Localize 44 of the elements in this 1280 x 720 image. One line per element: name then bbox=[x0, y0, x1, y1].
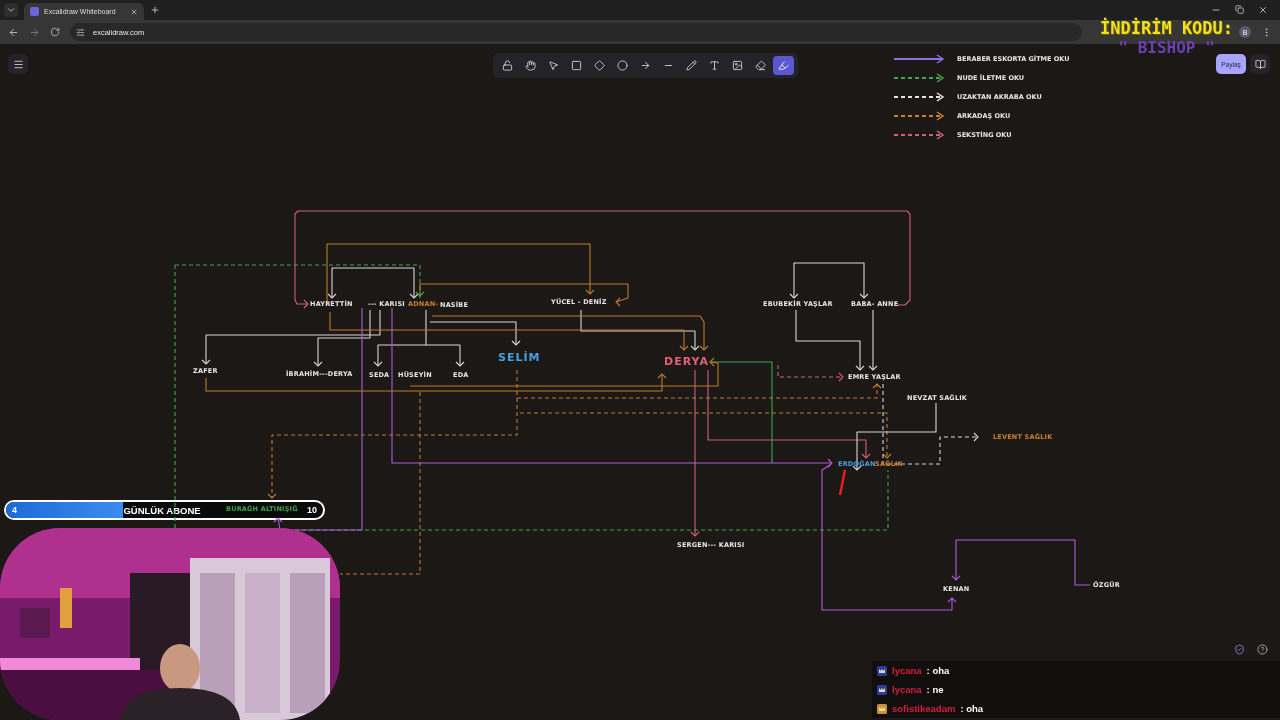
close-icon[interactable] bbox=[130, 7, 138, 16]
pointer-icon bbox=[548, 60, 559, 71]
back-icon[interactable] bbox=[8, 26, 19, 38]
chat-username: lycana bbox=[892, 665, 922, 676]
square-icon bbox=[571, 60, 582, 71]
promo-title: İNDİRİM KODU: bbox=[1100, 18, 1234, 38]
new-tab-icon[interactable] bbox=[150, 5, 160, 15]
restore-icon[interactable] bbox=[1235, 5, 1244, 14]
hand-icon bbox=[525, 60, 536, 71]
chat-text: : oha bbox=[960, 703, 984, 714]
tab-list-button[interactable] bbox=[4, 3, 18, 17]
reload-icon[interactable] bbox=[50, 27, 60, 37]
excalidraw-favicon-icon bbox=[30, 7, 39, 16]
eraser-icon bbox=[755, 60, 766, 71]
pen-stroke bbox=[838, 469, 847, 496]
image-icon bbox=[732, 60, 743, 71]
menu-icon bbox=[12, 58, 24, 70]
library-button[interactable] bbox=[1250, 54, 1270, 74]
chevron-down-icon bbox=[6, 5, 16, 15]
close-icon[interactable] bbox=[1258, 5, 1268, 15]
chat-text: : oha bbox=[926, 665, 950, 676]
chat-text: : ne bbox=[926, 684, 944, 695]
diamond-icon bbox=[594, 60, 605, 71]
help-icon[interactable] bbox=[1257, 644, 1268, 655]
node-label: SELİM bbox=[498, 352, 541, 363]
forward-icon[interactable] bbox=[29, 26, 40, 38]
menu-button[interactable] bbox=[8, 54, 28, 74]
chat-username: sofistikeadam bbox=[892, 703, 956, 714]
site-settings-icon[interactable] bbox=[76, 27, 85, 37]
pencil-icon bbox=[686, 60, 697, 71]
goal-label: GÜNLÜK ABONE bbox=[123, 504, 201, 516]
goal-target: 10 bbox=[306, 505, 317, 515]
promo-code: " BISHOP " bbox=[1118, 38, 1215, 57]
chat-username: lycana bbox=[892, 684, 922, 695]
book-icon bbox=[1254, 58, 1266, 70]
lock-icon bbox=[502, 60, 513, 71]
shield-icon bbox=[1234, 644, 1245, 655]
highlighter-icon bbox=[778, 60, 789, 71]
goal-current: 4 bbox=[12, 505, 17, 515]
node-label: DERYA bbox=[664, 356, 709, 367]
arrow-icon bbox=[640, 60, 651, 71]
circle-icon bbox=[617, 60, 628, 71]
tool-button[interactable] bbox=[773, 56, 794, 75]
text-icon bbox=[709, 60, 720, 71]
